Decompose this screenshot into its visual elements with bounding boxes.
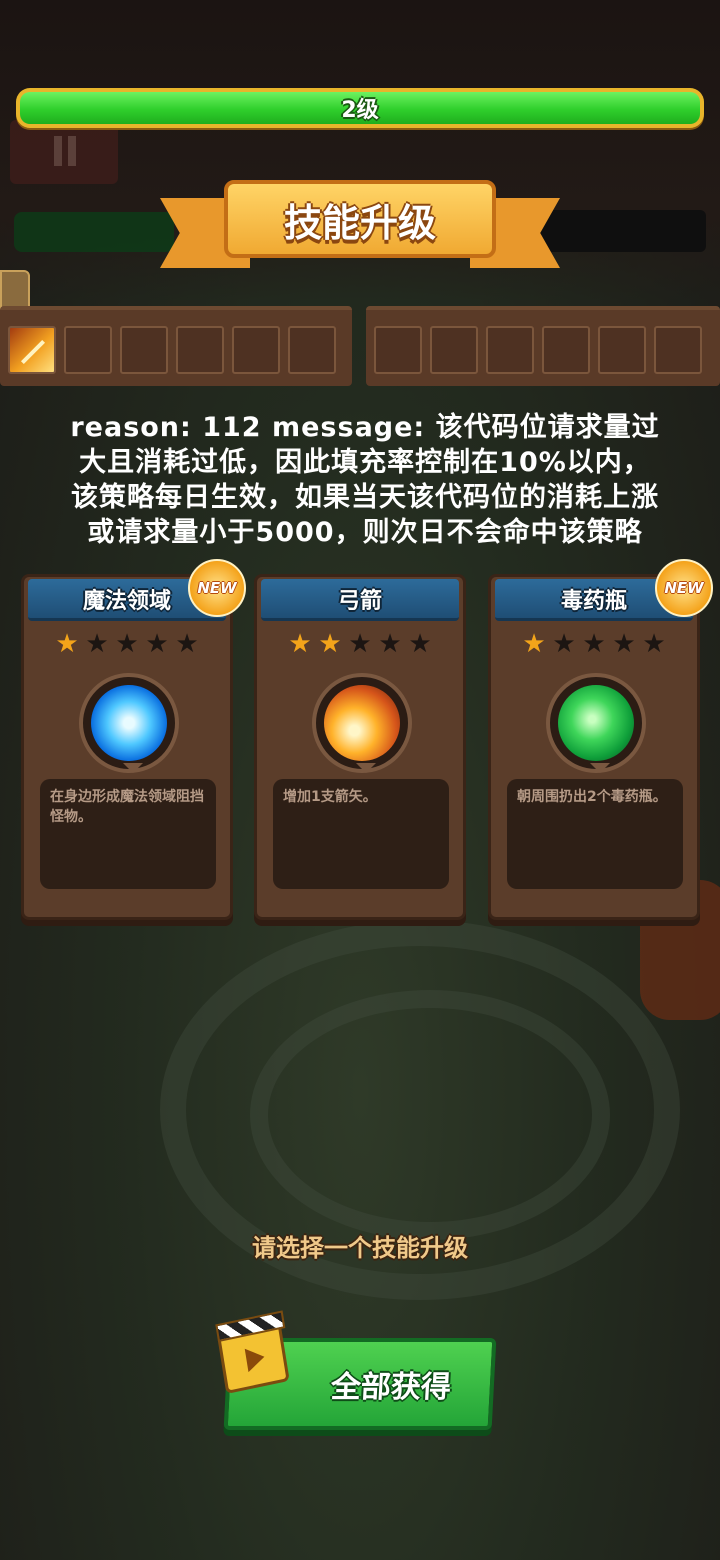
star-empty-icon: ★ <box>582 629 606 659</box>
empty-skill-slot <box>232 326 280 374</box>
star-empty-icon: ★ <box>642 629 666 659</box>
arrow-skill-icon <box>8 326 56 374</box>
skill-card-title: 魔法领域 <box>82 588 171 614</box>
star-rating: ★ ★ ★ ★ ★ <box>257 631 463 657</box>
background-ground-swirl-inner <box>250 990 610 1240</box>
star-filled-icon: ★ <box>522 629 546 659</box>
banner-plaque: 技能升级 <box>224 180 496 258</box>
level-label: 2级 <box>341 98 379 123</box>
star-rating: ★ ★ ★ ★ ★ <box>491 631 697 657</box>
star-filled-icon: ★ <box>318 629 342 659</box>
poison-bottle-icon <box>546 673 646 773</box>
skill-card-header: 弓箭 <box>261 579 459 621</box>
get-all-button[interactable]: 全部获得 <box>217 1322 497 1430</box>
empty-skill-slot <box>542 326 590 374</box>
magic-field-icon <box>79 673 179 773</box>
empty-skill-slot <box>288 326 336 374</box>
video-clapper-icon <box>217 1322 290 1394</box>
background-pause-button <box>10 120 118 184</box>
skill-card-magic-field[interactable]: 魔法领域 NEW ★ ★ ★ ★ ★ 在身边形成魔法领域阻挡怪物。 <box>21 559 246 920</box>
star-empty-icon: ★ <box>145 629 169 659</box>
empty-skill-slot <box>430 326 478 374</box>
empty-skill-slot <box>598 326 646 374</box>
skill-description: 在身边形成魔法领域阻挡怪物。 <box>40 779 216 889</box>
star-empty-icon: ★ <box>115 629 139 659</box>
skill-description: 朝周围扔出2个毒药瓶。 <box>507 779 683 889</box>
skill-card-title: 毒药瓶 <box>560 588 627 614</box>
arrow-icon <box>312 673 412 773</box>
banner-title: 技能升级 <box>283 200 436 245</box>
skill-slots-left <box>0 306 352 386</box>
star-empty-icon: ★ <box>85 629 109 659</box>
level-progress-fill: 2级 <box>20 92 700 124</box>
empty-skill-slot <box>374 326 422 374</box>
background-health-bar <box>14 212 174 252</box>
star-empty-icon: ★ <box>348 629 372 659</box>
empty-skill-slot <box>654 326 702 374</box>
level-progress-bar: 2级 <box>16 88 704 128</box>
skill-slots-right <box>366 306 720 386</box>
ad-error-message: reason: 112 message: 该代码位请求量过大且消耗过低，因此填充… <box>70 412 660 548</box>
star-rating: ★ ★ ★ ★ ★ <box>24 631 230 657</box>
title-banner: 技能升级 <box>160 176 560 272</box>
empty-skill-slot <box>486 326 534 374</box>
skill-description: 增加1支箭矢。 <box>273 779 449 889</box>
empty-skill-slot <box>64 326 112 374</box>
new-badge: NEW <box>188 559 246 617</box>
skill-card-poison-bottle[interactable]: 毒药瓶 NEW ★ ★ ★ ★ ★ 朝周围扔出2个毒药瓶。 <box>488 559 713 920</box>
star-empty-icon: ★ <box>408 629 432 659</box>
star-empty-icon: ★ <box>552 629 576 659</box>
new-badge: NEW <box>655 559 713 617</box>
star-empty-icon: ★ <box>175 629 199 659</box>
skill-card-arrow[interactable]: 弓箭 ★ ★ ★ ★ ★ 增加1支箭矢。 <box>254 574 466 920</box>
select-skill-prompt: 请选择一个技能升级 <box>252 1234 468 1262</box>
empty-skill-slot <box>176 326 224 374</box>
star-empty-icon: ★ <box>612 629 636 659</box>
get-all-label: 全部获得 <box>329 1370 452 1405</box>
skill-card-title: 弓箭 <box>337 588 382 614</box>
empty-skill-slot <box>120 326 168 374</box>
star-filled-icon: ★ <box>55 629 79 659</box>
star-filled-icon: ★ <box>288 629 312 659</box>
star-empty-icon: ★ <box>378 629 402 659</box>
